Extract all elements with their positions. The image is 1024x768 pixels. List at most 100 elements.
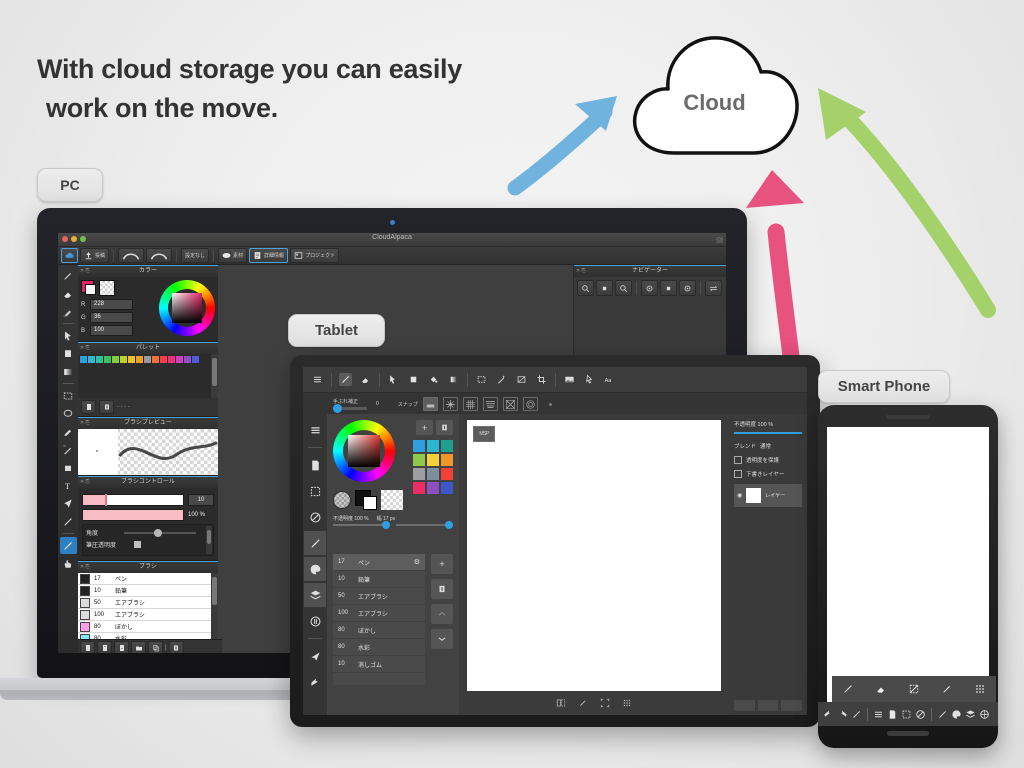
rotate-reset-button[interactable] — [660, 280, 677, 296]
brush-list-item[interactable]: 80 ぼかし — [333, 622, 425, 639]
brush-opacity-row[interactable]: 100 % — [82, 509, 214, 521]
color-wheel[interactable] — [333, 420, 395, 482]
canvas-badge[interactable]: MSP — [473, 426, 495, 442]
palette-actions[interactable]: + — [416, 420, 453, 435]
tablet-canvas-area[interactable]: MSP — [459, 414, 729, 715]
palette-swatch-strip[interactable] — [78, 354, 218, 365]
zoom-out-button[interactable] — [577, 280, 594, 296]
layer-opacity-slider[interactable] — [734, 432, 802, 434]
new-file-button[interactable] — [80, 640, 95, 653]
brush-opacity-slider[interactable] — [82, 509, 184, 521]
snap-radial-icon[interactable] — [442, 397, 458, 411]
crop-icon[interactable] — [535, 373, 548, 386]
delete-palette-button[interactable] — [99, 400, 114, 414]
color-channel-r[interactable]: R 228 — [81, 299, 155, 310]
no-select-icon[interactable] — [915, 709, 926, 720]
stamp-tool-icon[interactable] — [60, 459, 77, 476]
tablet-left-rail[interactable] — [303, 414, 327, 715]
eraser-tool-icon[interactable] — [875, 683, 887, 695]
color-wheel[interactable] — [159, 280, 215, 336]
brush-list-item[interactable]: 10 消しゴム — [333, 656, 425, 673]
brush-pressure-row[interactable]: 筆圧透明度 — [86, 540, 210, 549]
more-circle-icon[interactable] — [979, 709, 990, 720]
pc-tool-dock[interactable]: T — [58, 265, 79, 653]
pencil-tool-icon[interactable] — [60, 513, 77, 530]
transparency-wheel-icon[interactable] — [333, 491, 351, 509]
copy-button[interactable] — [148, 640, 163, 653]
panel-brush-control-header[interactable]: ✕ ⎘ ブラシコントロール — [78, 476, 218, 488]
pencil-tool-icon[interactable] — [851, 709, 862, 720]
scrollbar-thumb[interactable] — [207, 530, 211, 544]
blur-tool-icon[interactable] — [60, 303, 77, 320]
eyedropper-tool-icon[interactable] — [941, 683, 953, 695]
layer-lock-alpha-row[interactable]: 透明度を保護 — [734, 456, 802, 464]
brush-list-item[interactable]: 80 ぼかし — [78, 621, 218, 633]
cursor-icon[interactable] — [583, 373, 596, 386]
text-aa-icon[interactable]: Aa — [603, 373, 616, 386]
rotate-right-button[interactable] — [679, 280, 696, 296]
palette-icon[interactable] — [304, 557, 326, 581]
color-channel-b[interactable]: B 100 — [81, 325, 155, 336]
brush-advanced-scrollbar[interactable] — [206, 526, 212, 554]
snap-perspective-icon[interactable] — [482, 397, 498, 411]
add-color-button[interactable]: + — [416, 420, 433, 435]
tablet-opacity-slider[interactable] — [333, 521, 390, 529]
toolbar-redo-button[interactable] — [146, 248, 173, 263]
marquee-tool-icon[interactable] — [60, 387, 77, 404]
file-icon[interactable] — [887, 709, 898, 720]
marquee-tool-icon[interactable] — [901, 709, 912, 720]
panel-pin-icons[interactable]: ✕ ⎘ — [80, 268, 90, 275]
eraser-tool-icon[interactable] — [60, 285, 77, 302]
layers-icon[interactable] — [965, 709, 976, 720]
timer-icon[interactable] — [304, 609, 326, 633]
layer-image-icon[interactable] — [563, 373, 576, 386]
snap-off-icon[interactable] — [422, 397, 438, 411]
bucket-tool-icon[interactable] — [427, 373, 440, 386]
layer-blend-value[interactable]: 通常 — [760, 442, 771, 450]
flip-horizontal-icon[interactable] — [556, 698, 566, 708]
phone-tool-popup[interactable] — [832, 676, 996, 702]
delete-layer-button[interactable] — [781, 700, 803, 711]
move-brush-up-button[interactable] — [431, 604, 453, 624]
marquee-dashed-icon[interactable] — [908, 683, 920, 695]
brush-size-value[interactable]: 10 — [188, 494, 214, 506]
eyedropper-tool-icon[interactable] — [578, 698, 588, 708]
navigator-button-row[interactable] — [574, 277, 726, 299]
background-swatch[interactable] — [85, 284, 96, 295]
grid-icon[interactable] — [622, 698, 632, 708]
magic-select-icon[interactable] — [60, 441, 77, 458]
tablet-brush-actions[interactable]: + — [431, 554, 453, 649]
brush-list-item[interactable]: 10 鉛筆 — [78, 585, 218, 597]
tablet-options-bar[interactable]: 手ぶれ補正 0 スナップ — [303, 393, 807, 416]
pc-toolbar[interactable]: 投稿 設定なし 素材 詳細情報 プロジェクト — [58, 247, 726, 265]
toolbar-cloud-button[interactable] — [61, 248, 78, 263]
stabilizer-slider[interactable] — [333, 404, 367, 413]
foreground-background-swatch[interactable] — [355, 490, 377, 510]
toolbar-post-button[interactable]: 投稿 — [80, 248, 110, 263]
color-channel-g[interactable]: G 36 — [81, 312, 155, 323]
toolbar-material-button[interactable]: 素材 — [218, 248, 248, 263]
canvas-bottom-toolbar[interactable] — [467, 694, 721, 711]
folder-button[interactable] — [131, 640, 146, 653]
options-more-dot[interactable] — [548, 402, 552, 406]
pc-panel-footer[interactable]: | — [78, 639, 222, 653]
panel-pin-icons-palette[interactable]: ✕ ⎘ — [80, 345, 90, 352]
pen-tool-icon[interactable] — [304, 531, 326, 555]
palette-icon[interactable] — [951, 709, 962, 720]
fit-screen-icon[interactable] — [600, 698, 610, 708]
panel-pin-icons-nav[interactable]: ✕ ⎘ — [576, 268, 586, 275]
gradient-tool-icon[interactable] — [60, 363, 77, 380]
select-arrow-icon[interactable] — [60, 327, 77, 344]
eye-icon[interactable]: ◉ — [737, 492, 742, 499]
slider-knob[interactable] — [382, 521, 390, 529]
magic-wand-icon[interactable] — [495, 373, 508, 386]
lock-alpha-checkbox[interactable] — [734, 456, 742, 464]
export-file-button[interactable] — [114, 640, 129, 653]
resize-grip-icon[interactable] — [716, 237, 723, 243]
fill-square-icon[interactable] — [407, 373, 420, 386]
foreground-background-swatch[interactable] — [81, 280, 96, 295]
add-layer-button[interactable] — [734, 700, 755, 711]
brush-size-slider[interactable] — [82, 494, 184, 506]
move-brush-down-button[interactable] — [431, 629, 453, 649]
snap-circle-icon[interactable] — [522, 397, 538, 411]
